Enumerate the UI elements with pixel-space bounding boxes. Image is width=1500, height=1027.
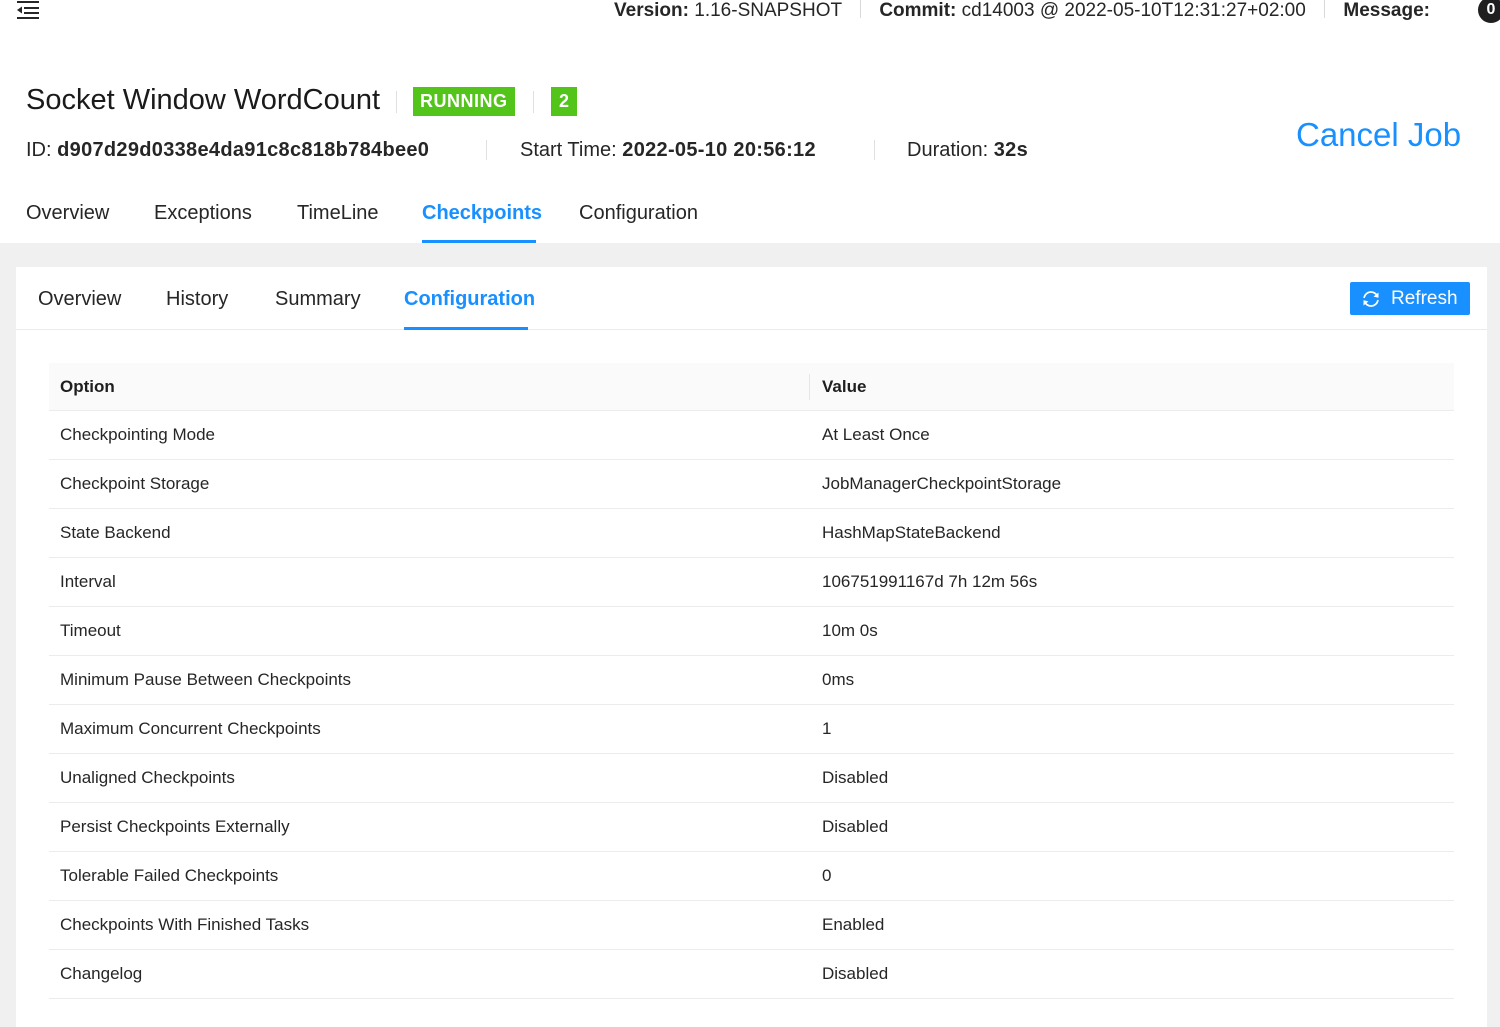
option-cell: Checkpoints With Finished Tasks [60,915,310,934]
tab-checkpoints[interactable]: Checkpoints [422,200,542,226]
refresh-label: Refresh [1391,288,1458,309]
divider [533,91,534,113]
value-cell: 0ms [822,670,855,689]
sync-icon [1363,291,1379,307]
table-row: Minimum Pause Between Checkpoints 0ms [49,656,1454,705]
active-tab-indicator [422,240,536,243]
menu-fold-icon[interactable] [16,0,40,20]
subtab-history[interactable]: History [166,286,228,312]
tab-overview[interactable]: Overview [26,200,109,226]
option-cell: Checkpoint Storage [60,474,210,493]
option-cell: Persist Checkpoints Externally [60,817,290,836]
value-cell: Disabled [822,817,889,836]
table-row: Checkpoint Storage JobManagerCheckpointSt… [49,460,1454,509]
checkpoint-subtabs: Overview History Summary Configuration R… [16,267,1487,330]
duration-label: Duration: [907,139,989,161]
table-row: Maximum Concurrent Checkpoints 1 [49,705,1454,754]
option-cell: Changelog [60,964,143,983]
value-cell: JobManagerCheckpointStorage [822,474,1062,493]
table-row: Checkpoints With Finished Tasks Enabled [49,901,1454,950]
value-cell: Disabled [822,964,889,983]
job-header: Socket Window WordCount RUNNING 2 ID: d9… [0,52,1500,243]
checkpoints-panel: Overview History Summary Configuration R… [16,267,1487,1027]
subtab-overview[interactable]: Overview [38,286,121,312]
start-time-label: Start Time: [520,139,617,161]
column-divider [809,374,810,400]
active-subtab-indicator [404,327,528,330]
job-duration: Duration: 32s [907,138,1028,162]
tab-timeline[interactable]: TimeLine [297,200,379,226]
job-id-label: ID: [26,139,52,161]
divider [486,140,487,160]
table-row: Tolerable Failed Checkpoints 0 [49,852,1454,901]
value-cell: Enabled [822,915,885,934]
value-cell: 106751991167d 7h 12m 56s [822,572,1038,591]
checkpoint-config-table: Option Value Checkpointing Mode At Least … [49,363,1454,999]
job-id-value: d907d29d0338e4da91c8c818b784bee0 [57,139,430,161]
message-count-badge[interactable]: 0 [1478,0,1500,23]
build-info: Version: 1.16-SNAPSHOT Commit: cd14003 @… [614,0,1430,22]
option-cell: Unaligned Checkpoints [60,768,235,787]
job-title: Socket Window WordCount [26,84,381,116]
table-row: Persist Checkpoints Externally Disabled [49,803,1454,852]
message-label[interactable]: Message: [1343,0,1430,21]
value-cell: 1 [822,719,832,738]
commit-value: cd14003 @ 2022-05-10T12:31:27+02:00 [961,0,1306,21]
option-cell: Timeout [60,621,121,640]
value-cell: 0 [822,866,832,885]
option-cell: Checkpointing Mode [60,425,215,444]
table-row: Unaligned Checkpoints Disabled [49,754,1454,803]
option-cell: Tolerable Failed Checkpoints [60,866,279,885]
version-value: 1.16-SNAPSHOT [694,0,842,21]
refresh-button[interactable]: Refresh [1350,282,1470,315]
duration-value: 32s [993,139,1028,161]
task-count-badge: 2 [551,87,577,116]
table-row: Interval 106751991167d 7h 12m 56s [49,558,1454,607]
commit-label: Commit: [879,0,957,21]
option-cell: State Backend [60,523,171,542]
start-time-value: 2022-05-10 20:56:12 [622,139,816,161]
divider [1324,0,1326,18]
top-header: Version: 1.16-SNAPSHOT Commit: cd14003 @… [0,0,1500,52]
value-cell: 10m 0s [822,621,878,640]
table-row: Changelog Disabled [49,950,1454,999]
value-cell: HashMapStateBackend [822,523,1001,542]
option-cell: Interval [60,572,116,591]
option-cell: Maximum Concurrent Checkpoints [60,719,321,738]
divider [860,0,862,18]
job-status-badge: RUNNING [413,87,515,116]
value-cell: Disabled [822,768,889,787]
divider [396,91,397,113]
column-header-value: Value [822,377,867,396]
tab-exceptions[interactable]: Exceptions [154,200,252,226]
table-row: Checkpointing Mode At Least Once [49,411,1454,460]
subtab-configuration[interactable]: Configuration [404,286,535,312]
subtab-summary[interactable]: Summary [275,286,361,312]
job-id: ID: d907d29d0338e4da91c8c818b784bee0 [26,138,429,162]
cancel-job-link[interactable]: Cancel Job [1296,116,1461,154]
table-row: State Backend HashMapStateBackend [49,509,1454,558]
table-body: Checkpointing Mode At Least Once Checkpoin… [49,411,1454,999]
divider [874,140,875,160]
option-cell: Minimum Pause Between Checkpoints [60,670,352,689]
version-label: Version: [614,0,689,21]
table-row: Timeout 10m 0s [49,607,1454,656]
column-header-option: Option [60,377,115,396]
value-cell: At Least Once [822,425,930,444]
table-header: Option Value [49,363,1454,411]
job-start-time: Start Time: 2022-05-10 20:56:12 [520,138,816,162]
tab-configuration[interactable]: Configuration [579,200,698,226]
